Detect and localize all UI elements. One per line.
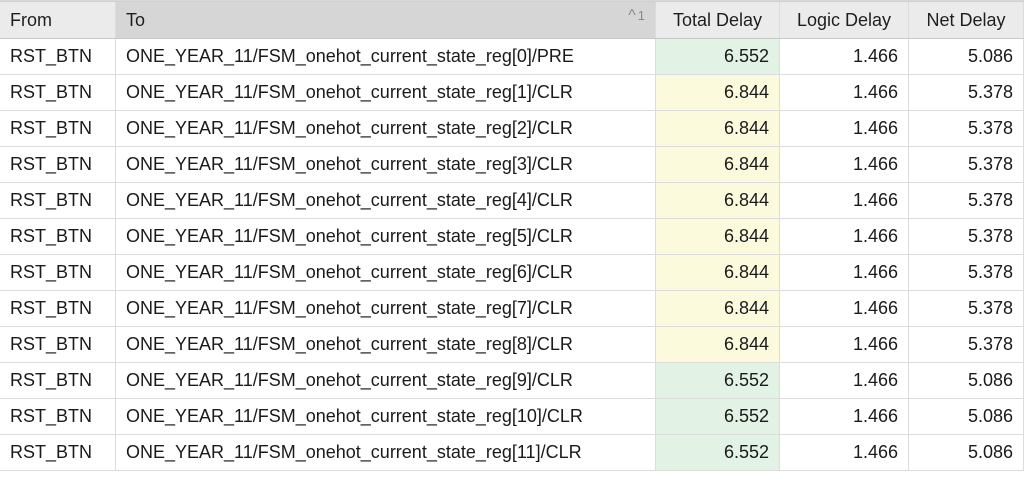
table-row[interactable]: RST_BTN ONE_YEAR_11/FSM_onehot_current_st… bbox=[0, 255, 1024, 291]
cell-logic-delay: 1.466 bbox=[780, 183, 909, 218]
table-header: From To ^ 1 Total Delay Logic Delay Net … bbox=[0, 1, 1024, 39]
cell-from: RST_BTN bbox=[0, 147, 116, 182]
table-row[interactable]: RST_BTN ONE_YEAR_11/FSM_onehot_current_st… bbox=[0, 327, 1024, 363]
cell-net-delay: 5.378 bbox=[909, 111, 1024, 146]
cell-from: RST_BTN bbox=[0, 363, 116, 398]
cell-logic-delay: 1.466 bbox=[780, 39, 909, 74]
cell-to: ONE_YEAR_11/FSM_onehot_current_state_reg… bbox=[116, 327, 656, 362]
cell-from: RST_BTN bbox=[0, 291, 116, 326]
cell-to: ONE_YEAR_11/FSM_onehot_current_state_reg… bbox=[116, 147, 656, 182]
column-header-total-delay[interactable]: Total Delay bbox=[656, 2, 780, 38]
cell-logic-delay: 1.466 bbox=[780, 255, 909, 290]
cell-logic-delay: 1.466 bbox=[780, 399, 909, 434]
cell-from: RST_BTN bbox=[0, 183, 116, 218]
cell-net-delay: 5.086 bbox=[909, 39, 1024, 74]
table-row[interactable]: RST_BTN ONE_YEAR_11/FSM_onehot_current_st… bbox=[0, 147, 1024, 183]
table-row[interactable]: RST_BTN ONE_YEAR_11/FSM_onehot_current_st… bbox=[0, 399, 1024, 435]
cell-total-delay: 6.844 bbox=[656, 219, 780, 254]
cell-from: RST_BTN bbox=[0, 111, 116, 146]
sort-indicator: ^ 1 bbox=[628, 8, 645, 24]
table-body: RST_BTN ONE_YEAR_11/FSM_onehot_current_st… bbox=[0, 39, 1024, 471]
cell-net-delay: 5.378 bbox=[909, 219, 1024, 254]
table-row[interactable]: RST_BTN ONE_YEAR_11/FSM_onehot_current_st… bbox=[0, 363, 1024, 399]
cell-logic-delay: 1.466 bbox=[780, 147, 909, 182]
cell-total-delay: 6.844 bbox=[656, 327, 780, 362]
column-header-from-label: From bbox=[10, 9, 52, 30]
cell-from: RST_BTN bbox=[0, 327, 116, 362]
cell-logic-delay: 1.466 bbox=[780, 435, 909, 470]
cell-from: RST_BTN bbox=[0, 255, 116, 290]
cell-total-delay: 6.844 bbox=[656, 147, 780, 182]
cell-to: ONE_YEAR_11/FSM_onehot_current_state_reg… bbox=[116, 75, 656, 110]
cell-logic-delay: 1.466 bbox=[780, 291, 909, 326]
cell-net-delay: 5.086 bbox=[909, 399, 1024, 434]
table-row[interactable]: RST_BTN ONE_YEAR_11/FSM_onehot_current_st… bbox=[0, 111, 1024, 147]
cell-logic-delay: 1.466 bbox=[780, 219, 909, 254]
column-header-net-delay-label: Net Delay bbox=[926, 9, 1006, 30]
column-header-logic-delay[interactable]: Logic Delay bbox=[780, 2, 909, 38]
cell-total-delay: 6.844 bbox=[656, 183, 780, 218]
table-row[interactable]: RST_BTN ONE_YEAR_11/FSM_onehot_current_st… bbox=[0, 435, 1024, 471]
column-header-to-label: To bbox=[126, 9, 146, 30]
cell-net-delay: 5.378 bbox=[909, 327, 1024, 362]
cell-from: RST_BTN bbox=[0, 75, 116, 110]
column-header-to[interactable]: To ^ 1 bbox=[116, 2, 656, 38]
table-row[interactable]: RST_BTN ONE_YEAR_11/FSM_onehot_current_st… bbox=[0, 39, 1024, 75]
cell-from: RST_BTN bbox=[0, 219, 116, 254]
column-header-logic-delay-label: Logic Delay bbox=[796, 9, 892, 30]
cell-total-delay: 6.552 bbox=[656, 39, 780, 74]
cell-to: ONE_YEAR_11/FSM_onehot_current_state_reg… bbox=[116, 435, 656, 470]
cell-logic-delay: 1.466 bbox=[780, 111, 909, 146]
cell-from: RST_BTN bbox=[0, 435, 116, 470]
cell-to: ONE_YEAR_11/FSM_onehot_current_state_reg… bbox=[116, 399, 656, 434]
cell-net-delay: 5.378 bbox=[909, 75, 1024, 110]
table-row[interactable]: RST_BTN ONE_YEAR_11/FSM_onehot_current_st… bbox=[0, 291, 1024, 327]
cell-logic-delay: 1.466 bbox=[780, 363, 909, 398]
timing-path-table: From To ^ 1 Total Delay Logic Delay Net … bbox=[0, 0, 1024, 481]
cell-from: RST_BTN bbox=[0, 399, 116, 434]
cell-net-delay: 5.378 bbox=[909, 183, 1024, 218]
cell-logic-delay: 1.466 bbox=[780, 75, 909, 110]
table-row[interactable]: RST_BTN ONE_YEAR_11/FSM_onehot_current_st… bbox=[0, 219, 1024, 255]
cell-to: ONE_YEAR_11/FSM_onehot_current_state_reg… bbox=[116, 219, 656, 254]
cell-net-delay: 5.378 bbox=[909, 291, 1024, 326]
column-header-net-delay[interactable]: Net Delay bbox=[909, 2, 1024, 38]
cell-from: RST_BTN bbox=[0, 39, 116, 74]
sort-ascending-icon: ^ bbox=[628, 7, 636, 24]
cell-total-delay: 6.552 bbox=[656, 399, 780, 434]
cell-net-delay: 5.086 bbox=[909, 363, 1024, 398]
cell-to: ONE_YEAR_11/FSM_onehot_current_state_reg… bbox=[116, 291, 656, 326]
cell-total-delay: 6.552 bbox=[656, 363, 780, 398]
cell-total-delay: 6.552 bbox=[656, 435, 780, 470]
cell-net-delay: 5.086 bbox=[909, 435, 1024, 470]
cell-to: ONE_YEAR_11/FSM_onehot_current_state_reg… bbox=[116, 363, 656, 398]
cell-to: ONE_YEAR_11/FSM_onehot_current_state_reg… bbox=[116, 255, 656, 290]
cell-net-delay: 5.378 bbox=[909, 255, 1024, 290]
cell-total-delay: 6.844 bbox=[656, 291, 780, 326]
cell-total-delay: 6.844 bbox=[656, 111, 780, 146]
table-row[interactable]: RST_BTN ONE_YEAR_11/FSM_onehot_current_st… bbox=[0, 183, 1024, 219]
cell-to: ONE_YEAR_11/FSM_onehot_current_state_reg… bbox=[116, 111, 656, 146]
cell-to: ONE_YEAR_11/FSM_onehot_current_state_reg… bbox=[116, 39, 656, 74]
cell-to: ONE_YEAR_11/FSM_onehot_current_state_reg… bbox=[116, 183, 656, 218]
cell-total-delay: 6.844 bbox=[656, 75, 780, 110]
cell-total-delay: 6.844 bbox=[656, 255, 780, 290]
column-header-from[interactable]: From bbox=[0, 2, 116, 38]
column-header-total-delay-label: Total Delay bbox=[672, 9, 763, 30]
cell-logic-delay: 1.466 bbox=[780, 327, 909, 362]
table-row[interactable]: RST_BTN ONE_YEAR_11/FSM_onehot_current_st… bbox=[0, 75, 1024, 111]
cell-net-delay: 5.378 bbox=[909, 147, 1024, 182]
sort-order-number: 1 bbox=[637, 8, 645, 23]
